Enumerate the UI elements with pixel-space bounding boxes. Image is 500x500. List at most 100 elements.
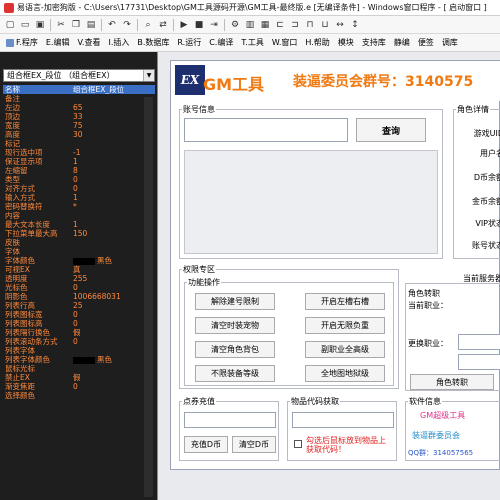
property-value[interactable]: 33	[71, 112, 155, 121]
property-row[interactable]: 禁止EX 假	[3, 373, 155, 382]
account-input[interactable]	[184, 118, 348, 142]
property-value[interactable]: 0	[71, 283, 155, 292]
menu-run[interactable]: R.运行	[173, 37, 205, 48]
property-row[interactable]: 可视EX 真	[3, 265, 155, 274]
property-value[interactable]: 组合框EX_段位	[71, 85, 155, 94]
property-value[interactable]	[71, 247, 155, 256]
item-code-input[interactable]	[292, 412, 394, 428]
query-button[interactable]: 查询	[356, 118, 426, 142]
unlimited-weight-button[interactable]: 开启无限负重	[305, 317, 385, 334]
run-icon[interactable]: ▶	[177, 18, 191, 32]
property-value[interactable]	[71, 238, 155, 247]
align-top-icon[interactable]: ⊓	[303, 18, 317, 32]
menu-static-compile[interactable]: 静编	[390, 37, 414, 48]
property-row[interactable]: 左缩留 8	[3, 166, 155, 175]
cut-icon[interactable]: ✂	[54, 18, 68, 32]
property-value[interactable]: 1	[71, 157, 155, 166]
property-scrollbar[interactable]	[144, 97, 153, 497]
property-row[interactable]: 类型 0	[3, 175, 155, 184]
property-value[interactable]	[71, 391, 155, 400]
align-left-icon[interactable]: ⊏	[273, 18, 287, 32]
menu-database[interactable]: B.数据库	[133, 37, 173, 48]
property-row[interactable]: 内容	[3, 211, 155, 220]
property-row[interactable]: 皮肤	[3, 238, 155, 247]
property-row[interactable]: 列表隔行换色 假	[3, 328, 155, 337]
menu-module[interactable]: 模块	[334, 37, 358, 48]
property-value[interactable]	[71, 346, 155, 355]
property-value[interactable]: 0	[71, 310, 155, 319]
property-value[interactable]: 65	[71, 103, 155, 112]
open-folder-icon[interactable]: ▭	[18, 18, 32, 32]
property-value[interactable]: 75	[71, 121, 155, 130]
new-file-icon[interactable]: ▢	[3, 18, 17, 32]
property-value[interactable]: 黑色	[71, 355, 155, 364]
save-icon[interactable]: ▣	[33, 18, 47, 32]
property-row[interactable]: 保证显示项 1	[3, 157, 155, 166]
menu-insert[interactable]: I.插入	[104, 37, 133, 48]
menu-help[interactable]: H.帮助	[301, 37, 333, 48]
property-value[interactable]: 0	[71, 184, 155, 193]
unlock-create-limit-button[interactable]: 解除建号限制	[195, 293, 275, 310]
property-row[interactable]: 备注	[3, 94, 155, 103]
align-bottom-icon[interactable]: ⊔	[318, 18, 332, 32]
step-icon[interactable]: ⇥	[207, 18, 221, 32]
property-row[interactable]: 光标色 0	[3, 283, 155, 292]
chevron-down-icon[interactable]: ▼	[143, 70, 154, 81]
same-width-icon[interactable]: ↔	[333, 18, 347, 32]
menu-compile[interactable]: C.编译	[205, 37, 237, 48]
property-row[interactable]: 对齐方式 0	[3, 184, 155, 193]
property-row[interactable]: 左边 65	[3, 103, 155, 112]
property-row[interactable]: 密码替换符 *	[3, 202, 155, 211]
property-row[interactable]: 列表图标高 0	[3, 319, 155, 328]
same-height-icon[interactable]: ↕	[348, 18, 362, 32]
property-value[interactable]: 0	[71, 382, 155, 391]
property-value[interactable]: 255	[71, 274, 155, 283]
coupon-amount-input[interactable]	[184, 412, 276, 428]
window-icon[interactable]: ▥	[243, 18, 257, 32]
property-row[interactable]: 鼠标光标	[3, 364, 155, 373]
property-value[interactable]	[71, 139, 155, 148]
property-row[interactable]: 名称 组合框EX_段位	[3, 85, 155, 94]
property-value[interactable]: 1006668031	[71, 292, 155, 301]
compile-icon[interactable]: ⚙	[228, 18, 242, 32]
property-row[interactable]: 透明度 255	[3, 274, 155, 283]
property-value[interactable]	[71, 211, 155, 220]
property-value[interactable]: 1	[71, 193, 155, 202]
menu-edit[interactable]: E.编辑	[42, 37, 74, 48]
property-row[interactable]: 输入方式 1	[3, 193, 155, 202]
property-row[interactable]: 下拉菜单最大高 150	[3, 229, 155, 238]
no-level-limit-button[interactable]: 不限装备等级	[195, 365, 275, 382]
clear-dcoin-button[interactable]: 清空D币	[232, 436, 276, 453]
recharge-dcoin-button[interactable]: 充值D币	[184, 436, 228, 453]
property-value[interactable]: 0	[71, 319, 155, 328]
property-row[interactable]: 阴影色 1006668031	[3, 292, 155, 301]
hell-mode-button[interactable]: 全地图地狱级	[305, 365, 385, 382]
property-value[interactable]: 150	[71, 229, 155, 238]
paste-icon[interactable]: ▤	[84, 18, 98, 32]
open-slots-button[interactable]: 开启左槽右槽	[305, 293, 385, 310]
align-right-icon[interactable]: ⊐	[288, 18, 302, 32]
role-transfer-button[interactable]: 角色转职	[410, 374, 494, 390]
property-value[interactable]: 30	[71, 130, 155, 139]
property-row[interactable]: 渐变焦距 0	[3, 382, 155, 391]
property-row[interactable]: 宽度 75	[3, 121, 155, 130]
menu-program[interactable]: F.程序	[2, 37, 42, 48]
property-value[interactable]: 25	[71, 301, 155, 310]
change-job-sub-select[interactable]	[458, 354, 500, 370]
property-row[interactable]: 列表图标宽 0	[3, 310, 155, 319]
property-value[interactable]: 假	[71, 328, 155, 337]
grid-icon[interactable]: ▦	[258, 18, 272, 32]
property-value[interactable]: 0	[71, 337, 155, 346]
property-value[interactable]: 假	[71, 373, 155, 382]
stop-icon[interactable]: ■	[192, 18, 206, 32]
property-row[interactable]: 最大文本长度 1	[3, 220, 155, 229]
property-row[interactable]: 高度 30	[3, 130, 155, 139]
property-row[interactable]: 字体颜色 黑色	[3, 256, 155, 265]
property-value[interactable]	[71, 364, 155, 373]
clear-costume-button[interactable]: 清空时装宠物	[195, 317, 275, 334]
property-value[interactable]: *	[71, 202, 155, 211]
menu-tools[interactable]: T.工具	[237, 37, 267, 48]
property-value[interactable]: 0	[71, 175, 155, 184]
property-row[interactable]: 现行选中项 -1	[3, 148, 155, 157]
replace-icon[interactable]: ⇄	[156, 18, 170, 32]
